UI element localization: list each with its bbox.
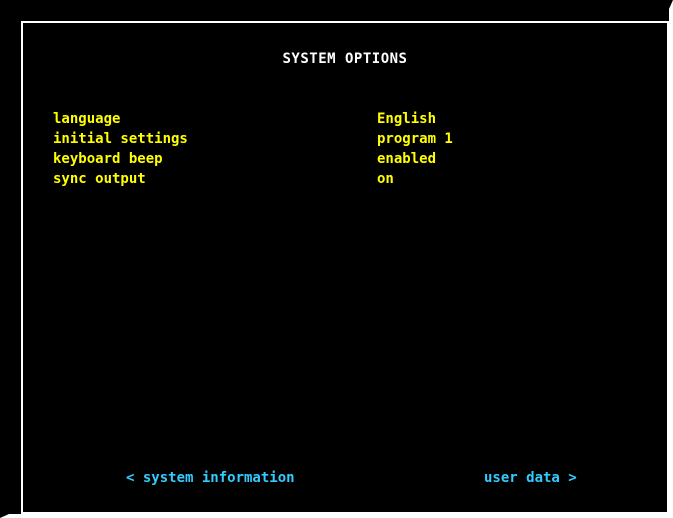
option-value[interactable]: program 1 — [377, 129, 453, 149]
option-value[interactable]: on — [377, 169, 394, 189]
system-options-screen: SYSTEM OPTIONS language English initial … — [0, 0, 673, 518]
option-row-initial-settings[interactable]: initial settings program 1 — [53, 129, 643, 149]
option-label: language — [53, 111, 121, 127]
nav-prev-system-information[interactable]: < system information — [126, 470, 295, 486]
screen-frame: SYSTEM OPTIONS language English initial … — [21, 21, 669, 514]
option-row-language[interactable]: language English — [53, 109, 643, 129]
nav-next-user-data[interactable]: user data > — [484, 470, 577, 486]
option-row-keyboard-beep[interactable]: keyboard beep enabled — [53, 149, 643, 169]
option-label: initial settings — [53, 131, 188, 147]
option-row-sync-output[interactable]: sync output on — [53, 169, 643, 189]
option-label: sync output — [53, 171, 146, 187]
option-label: keyboard beep — [53, 151, 163, 167]
option-value[interactable]: enabled — [377, 149, 436, 169]
option-value[interactable]: English — [377, 109, 436, 129]
page-title: SYSTEM OPTIONS — [282, 51, 408, 67]
